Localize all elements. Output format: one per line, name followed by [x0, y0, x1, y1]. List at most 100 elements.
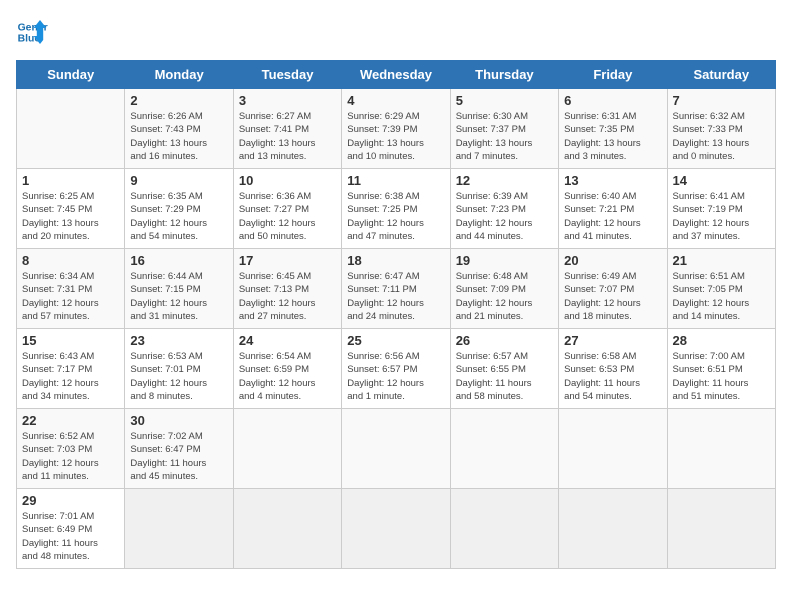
day-detail: Sunrise: 7:00 AMSunset: 6:51 PMDaylight:… — [673, 350, 770, 403]
week-row-2: 1 Sunrise: 6:25 AMSunset: 7:45 PMDaylight… — [17, 169, 776, 249]
day-cell: 8Sunrise: 6:34 AMSunset: 7:31 PMDaylight… — [17, 249, 125, 329]
week-row-4: 15 Sunrise: 6:43 AMSunset: 7:17 PMDayligh… — [17, 329, 776, 409]
day-detail: Sunrise: 6:41 AMSunset: 7:19 PMDaylight:… — [673, 190, 770, 243]
day-detail: Sunrise: 6:32 AMSunset: 7:33 PMDaylight:… — [673, 110, 770, 163]
day-cell — [559, 409, 667, 489]
day-detail: Sunrise: 6:56 AMSunset: 6:57 PMDaylight:… — [347, 350, 444, 403]
day-number: 5 — [456, 93, 553, 108]
header-saturday: Saturday — [667, 61, 775, 89]
day-number: 27 — [564, 333, 661, 348]
day-number: 26 — [456, 333, 553, 348]
day-detail: Sunrise: 6:47 AMSunset: 7:11 PMDaylight:… — [347, 270, 444, 323]
day-number: 16 — [130, 253, 227, 268]
day-cell — [17, 89, 125, 169]
day-number: 29 — [22, 493, 119, 508]
day-cell: 11 Sunrise: 6:38 AMSunset: 7:25 PMDayligh… — [342, 169, 450, 249]
day-detail: Sunrise: 6:53 AMSunset: 7:01 PMDaylight:… — [130, 350, 227, 403]
day-number: 30 — [130, 413, 227, 428]
day-cell: 6 Sunrise: 6:31 AMSunset: 7:35 PMDaylight… — [559, 89, 667, 169]
day-detail: Sunrise: 6:58 AMSunset: 6:53 PMDaylight:… — [564, 350, 661, 403]
day-detail: Sunrise: 6:48 AMSunset: 7:09 PMDaylight:… — [456, 270, 553, 323]
day-detail: Sunrise: 7:02 AMSunset: 6:47 PMDaylight:… — [130, 430, 227, 483]
day-number: 17 — [239, 253, 336, 268]
day-detail: Sunrise: 6:52 AMSunset: 7:03 PMDaylight:… — [22, 430, 119, 483]
day-number: 13 — [564, 173, 661, 188]
day-cell — [450, 489, 558, 569]
day-cell — [667, 489, 775, 569]
day-number: 20 — [564, 253, 661, 268]
day-cell — [667, 409, 775, 489]
day-cell: 7 Sunrise: 6:32 AMSunset: 7:33 PMDaylight… — [667, 89, 775, 169]
day-cell: 30 Sunrise: 7:02 AMSunset: 6:47 PMDayligh… — [125, 409, 233, 489]
day-cell — [125, 489, 233, 569]
day-number: 23 — [130, 333, 227, 348]
day-cell: 1 Sunrise: 6:25 AMSunset: 7:45 PMDaylight… — [17, 169, 125, 249]
day-cell: 18Sunrise: 6:47 AMSunset: 7:11 PMDayligh… — [342, 249, 450, 329]
day-cell: 27 Sunrise: 6:58 AMSunset: 6:53 PMDayligh… — [559, 329, 667, 409]
header-friday: Friday — [559, 61, 667, 89]
week-row-3: 8Sunrise: 6:34 AMSunset: 7:31 PMDaylight… — [17, 249, 776, 329]
day-number: 21 — [673, 253, 770, 268]
day-number: 19 — [456, 253, 553, 268]
day-detail: Sunrise: 6:39 AMSunset: 7:23 PMDaylight:… — [456, 190, 553, 243]
day-detail: Sunrise: 6:29 AMSunset: 7:39 PMDaylight:… — [347, 110, 444, 163]
header-sunday: Sunday — [17, 61, 125, 89]
day-detail: Sunrise: 6:36 AMSunset: 7:27 PMDaylight:… — [239, 190, 336, 243]
day-detail: Sunrise: 6:38 AMSunset: 7:25 PMDaylight:… — [347, 190, 444, 243]
day-number: 14 — [673, 173, 770, 188]
day-number: 2 — [130, 93, 227, 108]
day-number: 6 — [564, 93, 661, 108]
day-cell: 4Sunrise: 6:29 AMSunset: 7:39 PMDaylight… — [342, 89, 450, 169]
day-cell — [342, 409, 450, 489]
day-number: 22 — [22, 413, 119, 428]
day-detail: Sunrise: 6:34 AMSunset: 7:31 PMDaylight:… — [22, 270, 119, 323]
day-cell: 26 Sunrise: 6:57 AMSunset: 6:55 PMDayligh… — [450, 329, 558, 409]
day-cell: 10Sunrise: 6:36 AMSunset: 7:27 PMDayligh… — [233, 169, 341, 249]
day-number: 3 — [239, 93, 336, 108]
day-detail: Sunrise: 6:25 AMSunset: 7:45 PMDaylight:… — [22, 190, 119, 243]
day-detail: Sunrise: 6:27 AMSunset: 7:41 PMDaylight:… — [239, 110, 336, 163]
day-cell: 15 Sunrise: 6:43 AMSunset: 7:17 PMDayligh… — [17, 329, 125, 409]
calendar-table: SundayMondayTuesdayWednesdayThursdayFrid… — [16, 60, 776, 569]
day-cell: 13Sunrise: 6:40 AMSunset: 7:21 PMDayligh… — [559, 169, 667, 249]
day-number: 7 — [673, 93, 770, 108]
day-number: 1 — [22, 173, 119, 188]
day-cell: 29 Sunrise: 7:01 AMSunset: 6:49 PMDayligh… — [17, 489, 125, 569]
day-cell — [559, 489, 667, 569]
day-detail: Sunrise: 6:51 AMSunset: 7:05 PMDaylight:… — [673, 270, 770, 323]
logo: General Blue — [16, 16, 48, 48]
day-cell: 17 Sunrise: 6:45 AMSunset: 7:13 PMDayligh… — [233, 249, 341, 329]
day-number: 15 — [22, 333, 119, 348]
day-number: 11 — [347, 173, 444, 188]
day-cell: 24Sunrise: 6:54 AMSunset: 6:59 PMDayligh… — [233, 329, 341, 409]
day-cell: 2 Sunrise: 6:26 AMSunset: 7:43 PMDaylight… — [125, 89, 233, 169]
day-detail: Sunrise: 6:35 AMSunset: 7:29 PMDaylight:… — [130, 190, 227, 243]
day-number: 25 — [347, 333, 444, 348]
week-row-1: 2 Sunrise: 6:26 AMSunset: 7:43 PMDaylight… — [17, 89, 776, 169]
day-detail: Sunrise: 6:44 AMSunset: 7:15 PMDaylight:… — [130, 270, 227, 323]
day-number: 24 — [239, 333, 336, 348]
day-cell: 9Sunrise: 6:35 AMSunset: 7:29 PMDaylight… — [125, 169, 233, 249]
day-cell: 14 Sunrise: 6:41 AMSunset: 7:19 PMDayligh… — [667, 169, 775, 249]
day-detail: Sunrise: 6:45 AMSunset: 7:13 PMDaylight:… — [239, 270, 336, 323]
day-number: 12 — [456, 173, 553, 188]
day-cell — [233, 489, 341, 569]
day-number: 28 — [673, 333, 770, 348]
day-cell — [233, 409, 341, 489]
day-detail: Sunrise: 7:01 AMSunset: 6:49 PMDaylight:… — [22, 510, 119, 563]
day-detail: Sunrise: 6:31 AMSunset: 7:35 PMDaylight:… — [564, 110, 661, 163]
day-cell — [450, 409, 558, 489]
header-thursday: Thursday — [450, 61, 558, 89]
day-detail: Sunrise: 6:26 AMSunset: 7:43 PMDaylight:… — [130, 110, 227, 163]
day-detail: Sunrise: 6:43 AMSunset: 7:17 PMDaylight:… — [22, 350, 119, 403]
day-detail: Sunrise: 6:49 AMSunset: 7:07 PMDaylight:… — [564, 270, 661, 323]
header-monday: Monday — [125, 61, 233, 89]
header-wednesday: Wednesday — [342, 61, 450, 89]
day-cell: 12 Sunrise: 6:39 AMSunset: 7:23 PMDayligh… — [450, 169, 558, 249]
day-cell: 23 Sunrise: 6:53 AMSunset: 7:01 PMDayligh… — [125, 329, 233, 409]
header: General Blue — [16, 16, 776, 48]
week-row-6: 29 Sunrise: 7:01 AMSunset: 6:49 PMDayligh… — [17, 489, 776, 569]
day-detail: Sunrise: 6:57 AMSunset: 6:55 PMDaylight:… — [456, 350, 553, 403]
week-row-5: 22 Sunrise: 6:52 AMSunset: 7:03 PMDayligh… — [17, 409, 776, 489]
day-cell: 20 Sunrise: 6:49 AMSunset: 7:07 PMDayligh… — [559, 249, 667, 329]
